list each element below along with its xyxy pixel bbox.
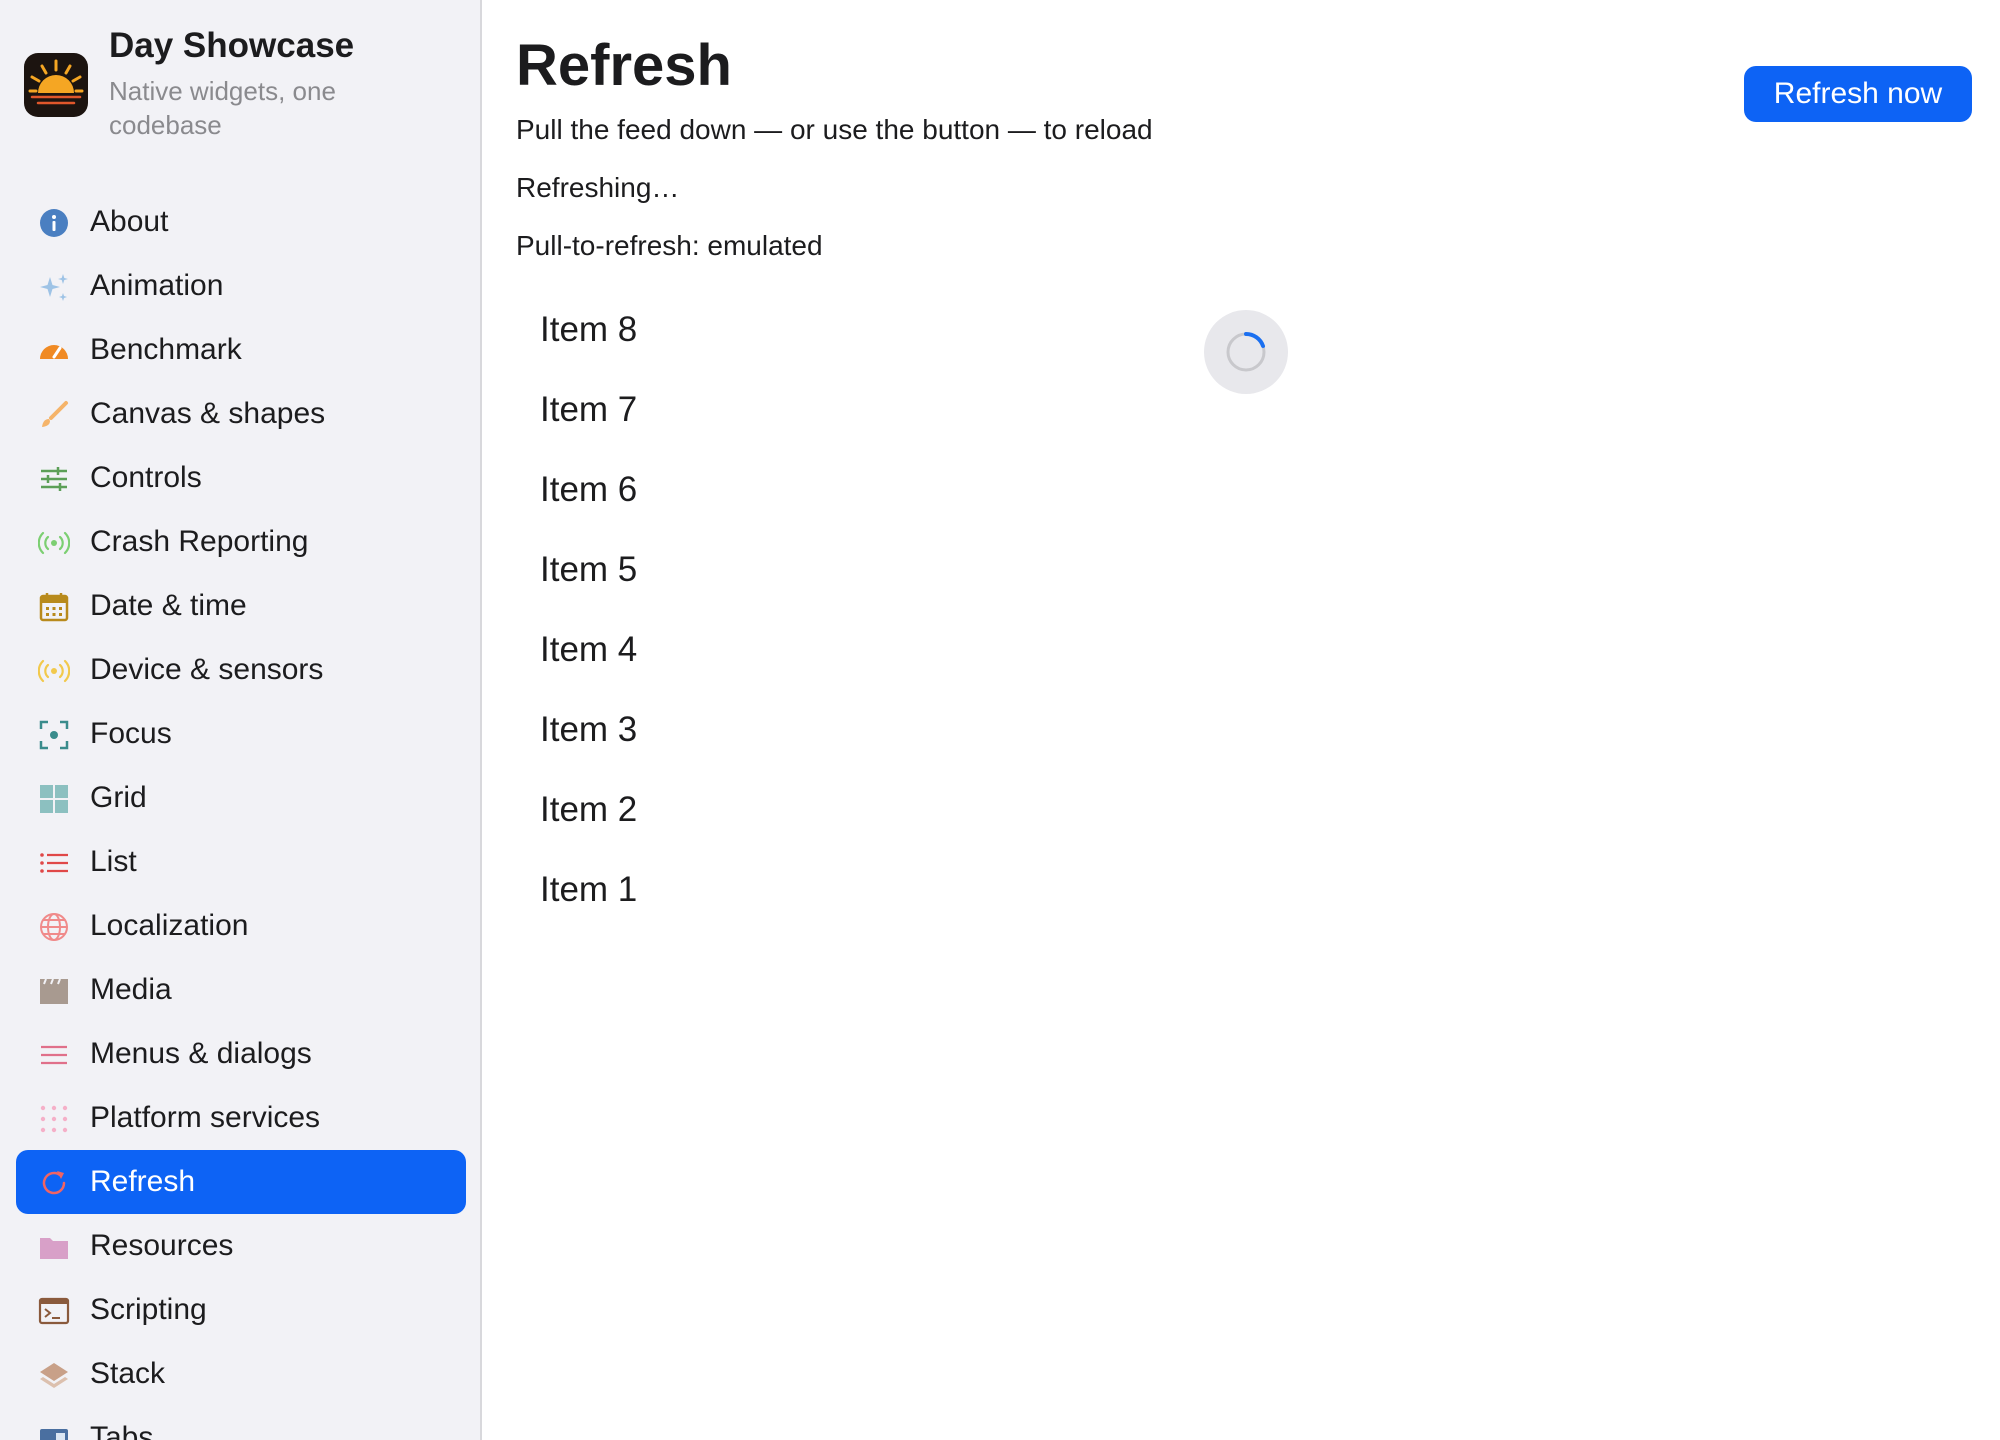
calendar-icon bbox=[39, 593, 69, 622]
sidebar-item-label: Media bbox=[90, 973, 172, 1006]
sidebar-item-device-sensors[interactable]: Device & sensors bbox=[16, 638, 466, 702]
focus-icon bbox=[39, 720, 69, 750]
sidebar-item-label: Benchmark bbox=[90, 333, 242, 366]
terminal-icon bbox=[38, 1297, 70, 1325]
sidebar-item-about[interactable]: About bbox=[16, 190, 466, 254]
sidebar: Day Showcase Native widgets, one codebas… bbox=[0, 0, 482, 1440]
sidebar-item-menus-dialogs[interactable]: Menus & dialogs bbox=[16, 1022, 466, 1086]
sensor-icon bbox=[38, 659, 70, 683]
list-item: Item 6 bbox=[540, 470, 638, 509]
sidebar-item-label: Menus & dialogs bbox=[90, 1037, 312, 1070]
sidebar-item-label: Focus bbox=[90, 717, 172, 750]
sidebar-item-label: Localization bbox=[90, 909, 249, 942]
list-item: Item 7 bbox=[540, 390, 638, 429]
list-item: Item 4 bbox=[540, 630, 638, 669]
sidebar-item-label: Stack bbox=[90, 1357, 166, 1390]
sidebar-item-list[interactable]: List bbox=[16, 830, 466, 894]
sidebar-item-label: Resources bbox=[90, 1229, 234, 1262]
sidebar-item-localization[interactable]: Localization bbox=[16, 894, 466, 958]
list-item: Item 1 bbox=[540, 870, 638, 909]
app-header: Day Showcase Native widgets, one codebas… bbox=[24, 26, 464, 146]
sidebar-item-label: Refresh bbox=[90, 1165, 196, 1198]
list-icon bbox=[40, 853, 68, 873]
list-item: Item 2 bbox=[540, 790, 638, 829]
refresh-status: Refreshing… bbox=[516, 172, 680, 203]
page-description: Pull the feed down — or use the button —… bbox=[516, 114, 1153, 145]
sidebar-item-animation[interactable]: Animation bbox=[16, 254, 466, 318]
layers-icon bbox=[40, 1363, 68, 1388]
sidebar-item-tabs[interactable]: Tabs bbox=[16, 1406, 466, 1440]
refresh-mode: Pull-to-refresh: emulated bbox=[516, 230, 823, 261]
spinner-icon bbox=[1226, 331, 1266, 372]
sidebar-item-focus[interactable]: Focus bbox=[16, 702, 466, 766]
sidebar-item-label: Scripting bbox=[90, 1293, 207, 1326]
list-item: Item 3 bbox=[540, 710, 638, 749]
info-icon bbox=[40, 209, 68, 237]
page-title: Refresh bbox=[516, 33, 732, 98]
dots-grid-icon bbox=[40, 1105, 68, 1133]
sidebar-item-label: Animation bbox=[90, 269, 224, 302]
app-title: Day Showcase bbox=[109, 26, 355, 65]
sidebar-item-label: Tabs bbox=[90, 1421, 154, 1440]
speedometer-icon bbox=[40, 345, 68, 359]
sidebar-item-resources[interactable]: Resources bbox=[16, 1214, 466, 1278]
sidebar-item-controls[interactable]: Controls bbox=[16, 446, 466, 510]
app-logo-icon bbox=[24, 53, 88, 117]
list-item: Item 8 bbox=[540, 310, 638, 349]
sidebar-item-scripting[interactable]: Scripting bbox=[16, 1278, 466, 1342]
refresh-spinner bbox=[1204, 310, 1288, 394]
globe-icon bbox=[40, 913, 68, 941]
sidebar-item-label: Crash Reporting bbox=[90, 525, 309, 558]
sidebar-item-crash-reporting[interactable]: Crash Reporting bbox=[16, 510, 466, 574]
feed-list[interactable]: Item 8 Item 7 Item 6 Item 5 Item 4 Item … bbox=[540, 290, 1140, 930]
sidebar-item-canvas-shapes[interactable]: Canvas & shapes bbox=[16, 382, 466, 446]
sparkles-icon bbox=[40, 274, 68, 301]
sidebar-item-date-time[interactable]: Date & time bbox=[16, 574, 466, 638]
sidebar-item-label: Device & sensors bbox=[90, 653, 324, 686]
list-item: Item 5 bbox=[540, 550, 638, 589]
sidebar-item-label: Controls bbox=[90, 461, 202, 494]
sidebar-item-media[interactable]: Media bbox=[16, 958, 466, 1022]
sidebar-item-label: List bbox=[90, 845, 137, 878]
refresh-icon bbox=[42, 1171, 66, 1195]
main-content: Refresh Refresh now Pull the feed down —… bbox=[484, 0, 2000, 1440]
clapperboard-icon bbox=[40, 978, 68, 1004]
sidebar-item-refresh[interactable]: Refresh bbox=[16, 1150, 466, 1214]
folder-icon bbox=[40, 1238, 68, 1259]
sidebar-item-label: Date & time bbox=[90, 589, 247, 622]
sidebar-nav: About Animation Benchmark Canvas & shape… bbox=[16, 190, 466, 1440]
paintbrush-icon bbox=[42, 401, 68, 427]
sidebar-item-label: Canvas & shapes bbox=[90, 397, 326, 430]
broadcast-icon bbox=[38, 531, 70, 555]
grid-icon bbox=[40, 785, 68, 813]
app-subtitle: Native widgets, one codebase bbox=[109, 76, 336, 140]
sidebar-item-label: Platform services bbox=[90, 1101, 321, 1134]
sidebar-item-benchmark[interactable]: Benchmark bbox=[16, 318, 466, 382]
refresh-now-button[interactable]: Refresh now bbox=[1744, 66, 1972, 122]
menu-icon bbox=[41, 1045, 67, 1065]
sliders-icon bbox=[41, 467, 67, 491]
sidebar-item-label: About bbox=[90, 205, 169, 238]
tabs-icon bbox=[40, 1429, 68, 1440]
sidebar-item-platform-services[interactable]: Platform services bbox=[16, 1086, 466, 1150]
sidebar-item-label: Grid bbox=[90, 781, 147, 814]
sidebar-item-stack[interactable]: Stack bbox=[16, 1342, 466, 1406]
sidebar-item-grid[interactable]: Grid bbox=[16, 766, 466, 830]
